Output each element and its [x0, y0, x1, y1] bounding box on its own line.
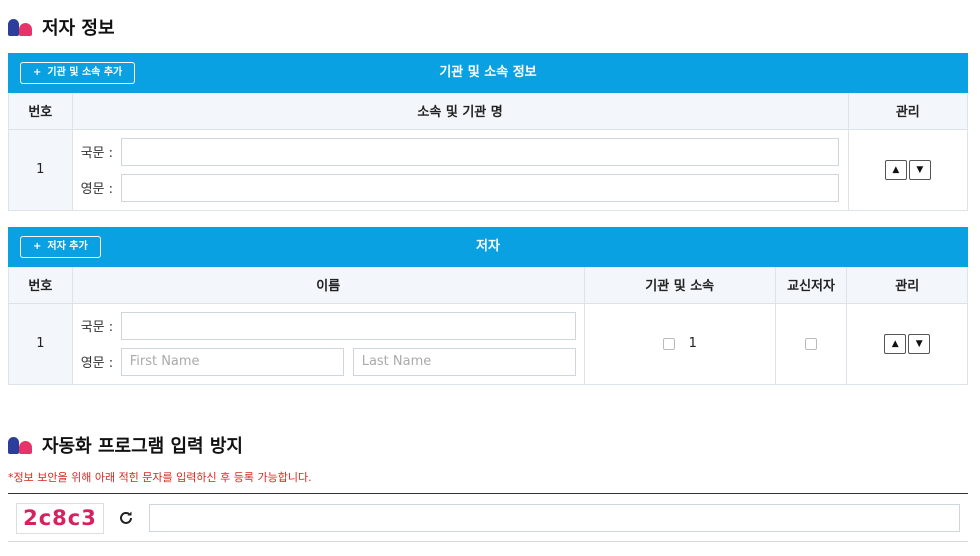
- author-panel-header: + 저자 추가 저자: [8, 227, 968, 267]
- affiliation-inputs-cell: 국문 : 영문 :: [71, 128, 849, 211]
- refresh-icon: [120, 511, 132, 524]
- move-up-button[interactable]: ▲: [884, 333, 907, 354]
- captcha-input[interactable]: [149, 504, 960, 532]
- captcha-section-heading: 자동화 프로그램 입력 방지: [42, 436, 243, 457]
- korean-label: 국문 :: [80, 146, 114, 161]
- affiliation-english-input[interactable]: [120, 173, 839, 202]
- table-header-row: 번호 이름 기관 및 소속 교신저자 관리: [8, 267, 968, 304]
- english-label: 영문 :: [80, 356, 114, 371]
- affiliation-number: 1: [688, 336, 697, 351]
- english-label: 영문 :: [80, 182, 114, 197]
- captcha-image: 2c8c3: [16, 503, 104, 534]
- col-number: 번호: [8, 267, 73, 304]
- affiliation-korean-input[interactable]: [120, 137, 839, 166]
- col-affiliation: 기관 및 소속: [583, 267, 776, 304]
- author-table: 번호 이름 기관 및 소속 교신저자 관리 1 국문 : 영문 : 1: [8, 267, 968, 385]
- first-name-input[interactable]: [120, 347, 344, 376]
- affiliation-table: 번호 소속 및 기관 명 관리 1 국문 : 영문 : ▲ ▼: [8, 93, 969, 211]
- affiliation-panel-title: 기관 및 소속 정보: [439, 65, 537, 80]
- refresh-captcha-button[interactable]: [116, 508, 136, 528]
- corresponding-author-checkbox[interactable]: [805, 337, 818, 350]
- table-header-row: 번호 소속 및 기관 명 관리: [8, 93, 969, 130]
- section-logo-icon: [8, 18, 34, 36]
- col-manage: 관리: [847, 93, 969, 130]
- section-logo-icon: [8, 436, 34, 454]
- move-down-button[interactable]: ▼: [908, 333, 931, 354]
- row-number: 1: [8, 302, 73, 385]
- col-affiliation-name: 소속 및 기관 명: [71, 93, 849, 130]
- affiliation-panel-header: + 기관 및 소속 추가 기관 및 소속 정보: [8, 53, 968, 93]
- corresponding-cell: [774, 302, 848, 385]
- author-panel-title: 저자: [476, 239, 500, 254]
- korean-label: 국문 :: [80, 320, 114, 335]
- triangle-up-icon: ▲: [891, 338, 899, 349]
- last-name-input[interactable]: [352, 347, 576, 376]
- affiliation-checkbox[interactable]: [662, 337, 675, 350]
- table-row: 1 국문 : 영문 : ▲ ▼: [8, 128, 969, 211]
- captcha-notice: *정보 보안을 위해 아래 적힌 문자를 입력하신 후 등록 가능합니다.: [8, 471, 312, 484]
- manage-cell: ▲ ▼: [847, 128, 969, 211]
- col-number: 번호: [8, 93, 73, 130]
- col-manage: 관리: [846, 267, 968, 304]
- manage-cell: ▲ ▼: [846, 302, 968, 385]
- affiliation-select-cell: 1: [583, 302, 776, 385]
- captcha-row: 2c8c3: [8, 493, 968, 542]
- captcha-section-title: 자동화 프로그램 입력 방지: [8, 432, 243, 458]
- author-korean-name-input[interactable]: [120, 311, 576, 340]
- author-section-title: 저자 정보: [8, 14, 115, 40]
- author-name-cell: 국문 : 영문 :: [71, 302, 585, 385]
- triangle-up-icon: ▲: [892, 164, 900, 175]
- triangle-down-icon: ▼: [916, 164, 924, 175]
- row-number: 1: [8, 128, 73, 211]
- author-section-heading: 저자 정보: [42, 18, 115, 39]
- col-corresponding: 교신저자: [774, 267, 848, 304]
- move-up-button[interactable]: ▲: [884, 159, 907, 180]
- table-row: 1 국문 : 영문 : 1 ▲ ▼: [8, 302, 968, 385]
- move-down-button[interactable]: ▼: [908, 159, 931, 180]
- triangle-down-icon: ▼: [915, 338, 923, 349]
- col-name: 이름: [71, 267, 585, 304]
